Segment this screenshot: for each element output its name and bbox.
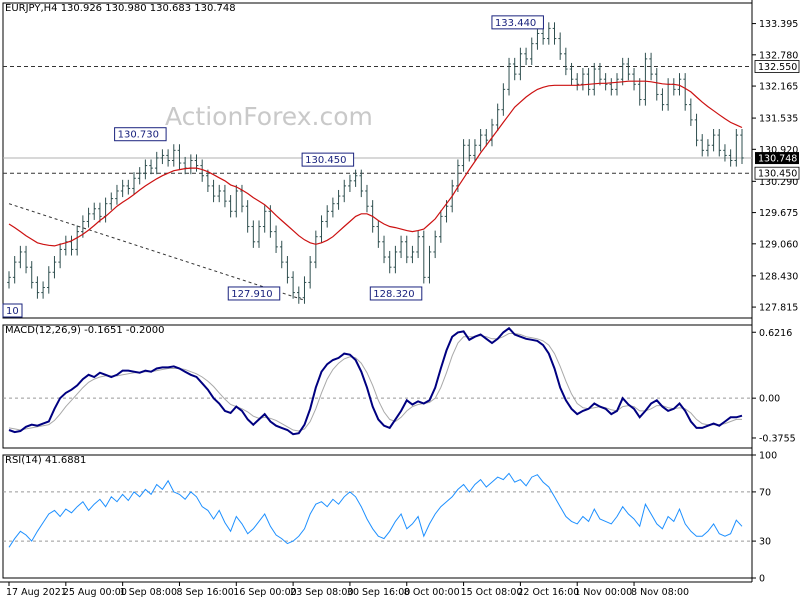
rsi-ytick-label: 70 bbox=[759, 487, 771, 498]
rsi-panel-frame bbox=[2, 454, 753, 579]
price-ytick-label: 128.430 bbox=[759, 271, 798, 282]
rsi-ytick-label: 100 bbox=[759, 451, 777, 462]
x-tick-label: 16 Sep 00:00 bbox=[233, 587, 296, 598]
macd-ytick-label: 0.6216 bbox=[759, 328, 792, 339]
price-annotation-label: 128.320 bbox=[373, 289, 414, 300]
x-tick-label: 8 Oct 00:00 bbox=[404, 587, 460, 598]
x-tick-label: 8 Nov 08:00 bbox=[631, 587, 689, 598]
chart-svg: 133.395132.780132.165131.535130.920130.2… bbox=[0, 0, 800, 598]
price-ytick-label: 132.780 bbox=[759, 50, 798, 61]
price-ytick-label: 127.815 bbox=[759, 303, 798, 314]
price-annotation-label: 127.910 bbox=[231, 289, 272, 300]
rsi-ytick-label: 30 bbox=[759, 537, 771, 548]
trendline bbox=[8, 203, 305, 301]
x-tick-label: 1 Sep 08:00 bbox=[120, 587, 177, 598]
rsi-ytick-label: 0 bbox=[759, 574, 765, 585]
price-ytick-label: 129.675 bbox=[759, 208, 798, 219]
chart-root: ActionForex.com 133.395 132.780 132.165 131… bbox=[0, 0, 800, 600]
price-ytick-label: 129.060 bbox=[759, 239, 798, 250]
x-tick-label: 8 Sep 16:00 bbox=[176, 587, 233, 598]
macd-signal-line bbox=[8, 333, 742, 432]
rsi-panel-title: RSI(14) 41.6881 bbox=[5, 455, 87, 466]
price-annotation-label: 130.450 bbox=[305, 155, 346, 166]
x-tick-label: 25 Aug 00:00 bbox=[63, 587, 127, 598]
level-label: 132.550 bbox=[758, 62, 797, 73]
price-panel-frame bbox=[2, 2, 753, 319]
rsi-line bbox=[8, 472, 743, 548]
x-tick-label: 22 Oct 16:00 bbox=[517, 587, 579, 598]
price-ytick-label: 132.165 bbox=[759, 82, 798, 93]
price-panel-title: EURJPY,H4 130.926 130.980 130.683 130.74… bbox=[5, 3, 236, 14]
macd-ytick-label: 0.00 bbox=[759, 394, 780, 405]
current-price-label: 130.748 bbox=[758, 154, 797, 165]
price-annotation-label: 10 bbox=[6, 306, 19, 317]
level-label: 130.450 bbox=[758, 169, 797, 180]
price-annotation-label: 133.440 bbox=[495, 18, 536, 29]
macd-line bbox=[8, 326, 743, 436]
macd-panel-frame bbox=[2, 324, 753, 449]
x-tick-label: 1 Nov 00:00 bbox=[574, 587, 632, 598]
macd-ytick-label: -0.3755 bbox=[759, 433, 796, 444]
x-tick-label: 30 Sep 16:00 bbox=[347, 587, 410, 598]
price-ytick-label: 133.395 bbox=[759, 19, 798, 30]
price-ytick-label: 131.535 bbox=[759, 114, 798, 125]
x-tick-label: 23 Sep 08:00 bbox=[290, 587, 353, 598]
x-tick-label: 15 Oct 08:00 bbox=[461, 587, 523, 598]
moving-average-line bbox=[8, 80, 743, 247]
price-annotation-label: 130.730 bbox=[118, 130, 159, 141]
x-tick-label: 17 Aug 2021 bbox=[6, 587, 67, 598]
macd-panel-title: MACD(12,26,9) -0.1651 -0.2000 bbox=[5, 325, 165, 336]
